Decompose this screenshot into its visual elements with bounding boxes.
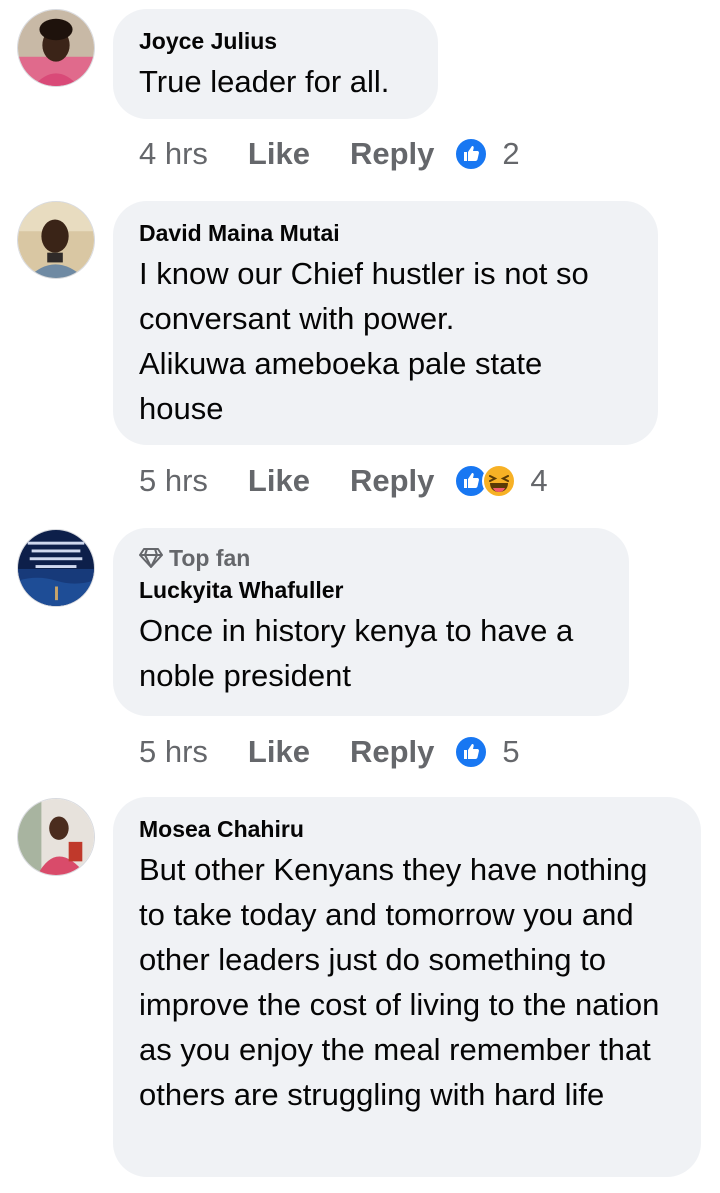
top-fan-badge: Top fan (139, 544, 605, 572)
comment-actions: 5 hrs Like Reply 4 (139, 459, 548, 503)
avatar-image (18, 799, 94, 875)
avatar[interactable] (17, 9, 95, 87)
reply-button[interactable]: Reply (350, 463, 434, 499)
timestamp[interactable]: 4 hrs (139, 136, 208, 172)
reply-button[interactable]: Reply (350, 734, 434, 770)
avatar[interactable] (17, 201, 95, 279)
comment-text: I know our Chief hustler is not so conve… (139, 251, 634, 431)
reactions[interactable]: 5 (454, 734, 520, 770)
avatar-image (18, 10, 94, 86)
avatar[interactable] (17, 529, 95, 607)
comment-actions: 4 hrs Like Reply 2 (139, 132, 520, 176)
author-name[interactable]: Luckyita Whafuller (139, 576, 605, 604)
like-button[interactable]: Like (248, 463, 310, 499)
reply-button[interactable]: Reply (350, 136, 434, 172)
comment-text-line: I know our Chief hustler is not so conve… (139, 256, 589, 426)
comment-bubble: Joyce Julius True leader for all. (113, 9, 438, 119)
author-name[interactable]: Mosea Chahiru (139, 815, 677, 843)
thumbs-up-icon (454, 137, 489, 171)
reaction-count: 2 (502, 136, 520, 171)
reaction-count: 4 (530, 463, 548, 498)
comment-bubble: Mosea Chahiru But other Kenyans they hav… (113, 797, 701, 1177)
avatar-image (18, 530, 94, 606)
diamond-icon (139, 548, 163, 568)
author-name[interactable]: David Maina Mutai (139, 219, 634, 247)
comment-bubble: David Maina Mutai I know our Chief hustl… (113, 201, 658, 445)
like-button[interactable]: Like (248, 136, 310, 172)
avatar-image (18, 202, 94, 278)
comment-text: Once in history kenya to have a noble pr… (139, 613, 574, 693)
thumbs-up-icon (454, 735, 489, 769)
reaction-count: 5 (502, 734, 520, 769)
laughing-face-icon (482, 464, 517, 498)
comment-text: But other Kenyans they have nothing to t… (139, 852, 660, 1112)
timestamp[interactable]: 5 hrs (139, 463, 208, 499)
comment-bubble: Top fan Luckyita Whafuller Once in histo… (113, 528, 629, 716)
top-fan-label: Top fan (169, 545, 251, 571)
author-name[interactable]: Joyce Julius (139, 27, 414, 55)
reactions[interactable]: 2 (454, 136, 520, 172)
avatar[interactable] (17, 798, 95, 876)
comment-text: True leader for all. (139, 64, 390, 99)
timestamp[interactable]: 5 hrs (139, 734, 208, 770)
like-button[interactable]: Like (248, 734, 310, 770)
reactions[interactable]: 4 (454, 463, 548, 499)
comment-actions: 5 hrs Like Reply 5 (139, 730, 520, 774)
